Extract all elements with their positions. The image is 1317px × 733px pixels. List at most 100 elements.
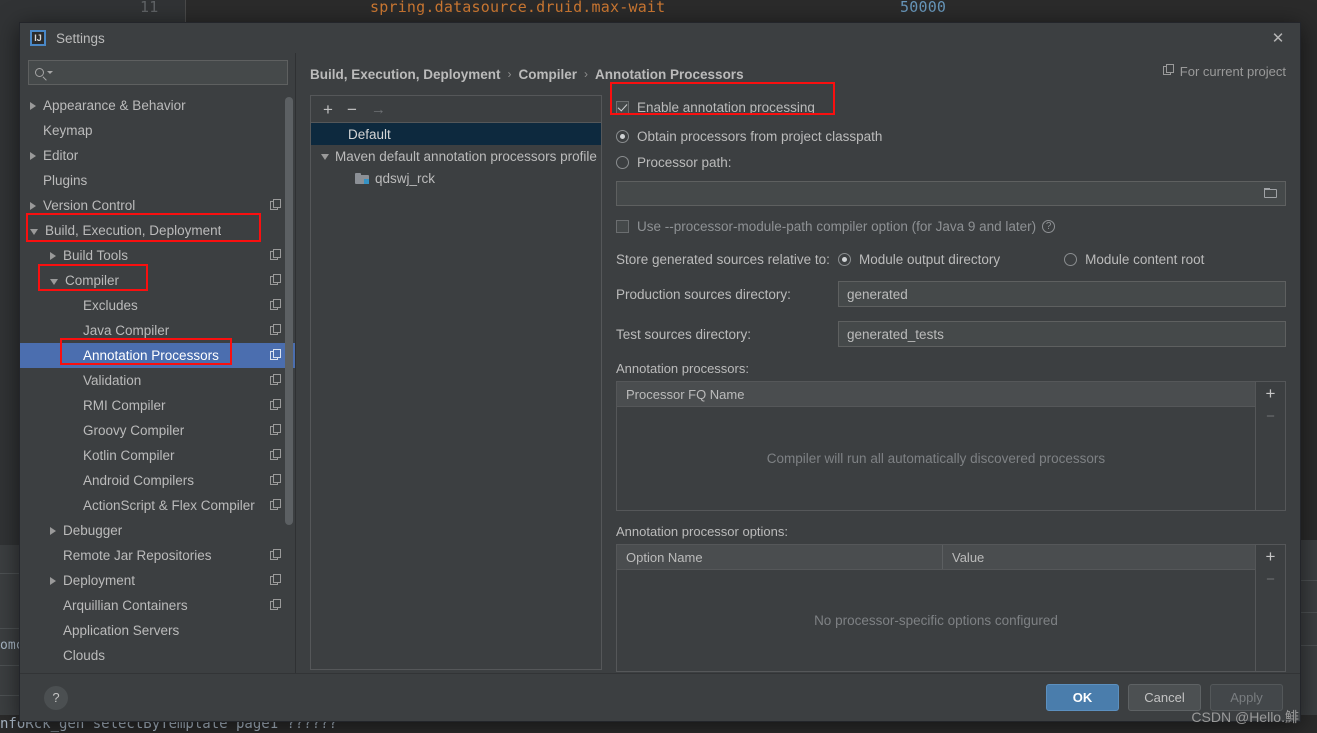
sidebar-item-clouds[interactable]: Clouds bbox=[20, 643, 296, 668]
test-sources-input[interactable]: generated_tests bbox=[838, 321, 1286, 347]
enable-annotation-processing-row[interactable]: Enable annotation processing bbox=[616, 96, 1286, 118]
project-scope-icon bbox=[270, 499, 282, 511]
dialog-title: Settings bbox=[56, 30, 105, 46]
close-icon[interactable]: ✕ bbox=[1266, 29, 1290, 47]
sidebar-item-rmi-compiler[interactable]: RMI Compiler bbox=[20, 393, 296, 418]
processor-path-row[interactable]: Processor path: bbox=[616, 151, 1286, 174]
chevron-down-icon[interactable] bbox=[30, 228, 38, 235]
project-scope-icon bbox=[270, 249, 282, 261]
module-output-directory-radio[interactable] bbox=[838, 252, 851, 266]
sidebar-item-label: Application Servers bbox=[63, 623, 180, 638]
sidebar-item-excludes[interactable]: Excludes bbox=[20, 293, 296, 318]
help-button[interactable]: ? bbox=[44, 685, 68, 710]
profile-row[interactable]: Default bbox=[311, 123, 601, 145]
remove-profile-button[interactable]: − bbox=[347, 101, 357, 118]
chevron-right-icon[interactable] bbox=[30, 101, 36, 110]
profiles-panel: + − → Default Maven default annotation pr… bbox=[310, 95, 602, 670]
chevron-right-icon[interactable] bbox=[30, 151, 36, 160]
column-option-name[interactable]: Option Name bbox=[617, 545, 942, 569]
sidebar-item-annotation-processors[interactable]: Annotation Processors bbox=[20, 343, 296, 368]
profiles-list[interactable]: Default Maven default annotation processo… bbox=[311, 123, 601, 669]
sidebar-item-editor[interactable]: Editor bbox=[20, 143, 296, 168]
table-body: Compiler will run all automatically disc… bbox=[617, 407, 1255, 510]
breadcrumb-part-0[interactable]: Build, Execution, Deployment bbox=[310, 67, 501, 82]
add-processor-button[interactable]: + bbox=[1266, 385, 1276, 402]
sidebar-item-label: Plugins bbox=[43, 173, 88, 188]
settings-tree[interactable]: Appearance & Behavior Keymap Editor Plugins… bbox=[20, 93, 296, 673]
help-icon[interactable]: ? bbox=[1042, 219, 1056, 233]
obtain-from-classpath-row[interactable]: Obtain processors from project classpath bbox=[616, 125, 1286, 148]
sidebar-item-compiler[interactable]: Compiler bbox=[20, 268, 296, 293]
table-header-row: Option Name Value bbox=[617, 545, 1255, 570]
chevron-down-icon[interactable] bbox=[321, 153, 329, 160]
column-processor-fq-name[interactable]: Processor FQ Name bbox=[617, 382, 1255, 406]
cancel-button[interactable]: Cancel bbox=[1128, 684, 1201, 711]
project-scope-icon bbox=[270, 374, 282, 386]
sidebar-item-keymap[interactable]: Keymap bbox=[20, 118, 296, 143]
column-value[interactable]: Value bbox=[942, 545, 1255, 569]
processor-module-path-label: Use --processor-module-path compiler opt… bbox=[637, 218, 1037, 234]
profile-row[interactable]: Maven default annotation processors prof… bbox=[311, 145, 601, 167]
sidebar-item-arquillian-containers[interactable]: Arquillian Containers bbox=[20, 593, 296, 618]
search-input[interactable] bbox=[58, 65, 281, 80]
obtain-from-classpath-radio[interactable] bbox=[616, 130, 629, 143]
ok-button[interactable]: OK bbox=[1046, 684, 1119, 711]
sidebar-item-actionscript-flex-compiler[interactable]: ActionScript & Flex Compiler bbox=[20, 493, 296, 518]
enable-annotation-processing-checkbox[interactable] bbox=[616, 100, 629, 114]
sidebar-item-groovy-compiler[interactable]: Groovy Compiler bbox=[20, 418, 296, 443]
processor-path-input[interactable] bbox=[616, 181, 1286, 206]
sidebar-scrollbar[interactable] bbox=[285, 97, 293, 525]
module-content-root-label: Module content root bbox=[1085, 251, 1205, 267]
annotation-processor-options-caption: Annotation processor options: bbox=[616, 524, 788, 539]
breadcrumb-part-1[interactable]: Compiler bbox=[519, 67, 578, 82]
chevron-right-icon[interactable] bbox=[50, 576, 56, 585]
sidebar-item-label: Editor bbox=[43, 148, 79, 163]
sidebar-item-label: Keymap bbox=[43, 123, 93, 138]
sidebar-item-android-compilers[interactable]: Android Compilers bbox=[20, 468, 296, 493]
profile-row-label: qdswj_rck bbox=[375, 170, 436, 186]
chevron-right-icon[interactable] bbox=[50, 251, 56, 260]
profile-row-label: Maven default annotation processors prof… bbox=[335, 148, 597, 164]
line-number: 11 bbox=[140, 0, 159, 16]
sidebar-item-remote-jar-repositories[interactable]: Remote Jar Repositories bbox=[20, 543, 296, 568]
add-option-button[interactable]: + bbox=[1266, 548, 1276, 565]
annotation-processor-options-table[interactable]: Option Name Value No processor-specific … bbox=[616, 544, 1286, 672]
code-text: spring.datasource.druid.max-wait bbox=[370, 0, 675, 16]
sidebar-item-java-compiler[interactable]: Java Compiler bbox=[20, 318, 296, 343]
sidebar-item-debugger[interactable]: Debugger bbox=[20, 518, 296, 543]
sidebar-item-application-servers[interactable]: Application Servers bbox=[20, 618, 296, 643]
processor-path-radio[interactable] bbox=[616, 156, 629, 169]
sidebar-item-build-tools[interactable]: Build Tools bbox=[20, 243, 296, 268]
module-content-root-radio[interactable] bbox=[1064, 252, 1078, 266]
sidebar-item-build-execution-deployment[interactable]: Build, Execution, Deployment bbox=[20, 218, 296, 243]
processor-module-path-row[interactable]: Use --processor-module-path compiler opt… bbox=[616, 215, 1286, 237]
project-scope-icon bbox=[270, 299, 282, 311]
sidebar-item-kotlin-compiler[interactable]: Kotlin Compiler bbox=[20, 443, 296, 468]
remove-option-button[interactable]: − bbox=[1266, 572, 1275, 587]
sidebar-item-appearance-behavior[interactable]: Appearance & Behavior bbox=[20, 93, 296, 118]
breadcrumb-part-2[interactable]: Annotation Processors bbox=[595, 67, 744, 82]
chevron-right-icon[interactable] bbox=[50, 526, 56, 535]
production-sources-input[interactable]: generated bbox=[838, 281, 1286, 307]
search-container bbox=[20, 53, 296, 93]
sidebar-item-plugins[interactable]: Plugins bbox=[20, 168, 296, 193]
sidebar-item-label: Kotlin Compiler bbox=[83, 448, 175, 463]
move-profile-button[interactable]: → bbox=[371, 102, 386, 117]
processor-module-path-checkbox[interactable] bbox=[616, 219, 629, 233]
search-box[interactable] bbox=[28, 60, 288, 85]
sidebar-item-label: Compiler bbox=[65, 273, 120, 288]
sidebar-item-validation[interactable]: Validation bbox=[20, 368, 296, 393]
test-sources-row: Test sources directory: generated_tests bbox=[616, 321, 1286, 347]
add-profile-button[interactable]: + bbox=[323, 101, 333, 118]
chevron-down-icon[interactable] bbox=[50, 278, 58, 285]
project-scope-icon bbox=[270, 199, 282, 211]
browse-folder-icon[interactable] bbox=[1264, 188, 1278, 199]
profile-row[interactable]: qdswj_rck bbox=[311, 167, 601, 189]
chevron-right-icon[interactable] bbox=[30, 201, 36, 210]
sidebar-item-version-control[interactable]: Version Control bbox=[20, 193, 296, 218]
sidebar-item-deployment[interactable]: Deployment bbox=[20, 568, 296, 593]
project-scope-icon bbox=[270, 349, 282, 361]
annotation-processors-table[interactable]: Processor FQ Name Compiler will run all … bbox=[616, 381, 1286, 511]
remove-processor-button[interactable]: − bbox=[1266, 409, 1275, 424]
sidebar-item-label: ActionScript & Flex Compiler bbox=[83, 498, 255, 513]
